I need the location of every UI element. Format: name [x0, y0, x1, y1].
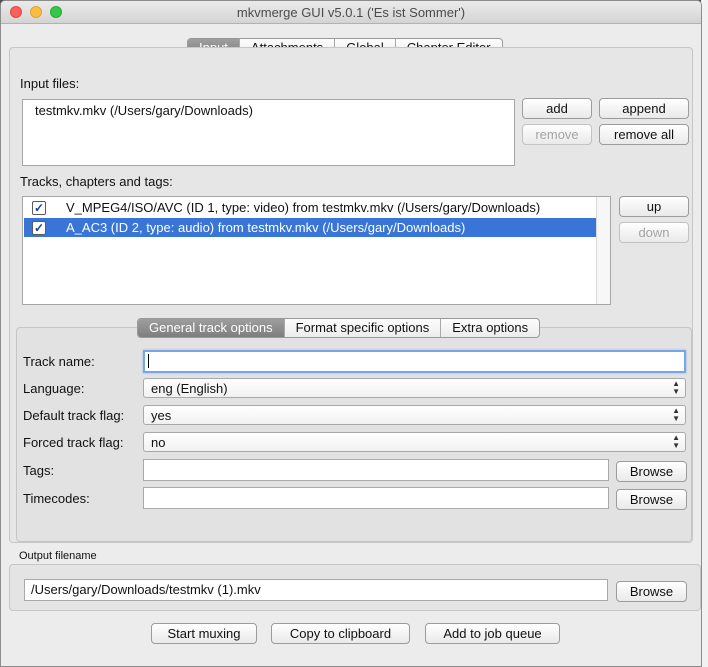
add-to-job-queue-button[interactable]: Add to job queue	[425, 623, 560, 644]
window-title: mkvmerge GUI v5.0.1 ('Es ist Sommer')	[236, 5, 466, 20]
select-arrows-icon: ▲ ▼	[672, 433, 680, 450]
track-label-audio: A_AC3 (ID 2, type: audio) from testmkv.m…	[66, 220, 466, 235]
input-file-item[interactable]: testmkv.mkv (/Users/gary/Downloads)	[35, 103, 253, 118]
tags-label: Tags:	[23, 463, 55, 478]
language-value: eng (English)	[151, 381, 228, 396]
track-name-label: Track name:	[23, 354, 95, 369]
tags-browse-button[interactable]: Browse	[616, 461, 687, 482]
timecodes-input[interactable]	[143, 487, 609, 509]
output-filename-input[interactable]: /Users/gary/Downloads/testmkv (1).mkv	[24, 579, 608, 601]
tracks-list[interactable]: ✓ V_MPEG4/ISO/AVC (ID 1, type: video) fr…	[22, 196, 611, 305]
forced-flag-select[interactable]: no ▲ ▼	[143, 432, 686, 452]
tab-format-specific-options[interactable]: Format specific options	[283, 319, 441, 337]
tab-general-track-options[interactable]: General track options	[138, 319, 284, 337]
output-filename-value: /Users/gary/Downloads/testmkv (1).mkv	[31, 582, 261, 597]
input-files-list[interactable]: testmkv.mkv (/Users/gary/Downloads)	[22, 99, 515, 166]
track-name-input[interactable]	[143, 350, 686, 373]
track-tab-bar: General track options Format specific op…	[137, 318, 541, 338]
language-label: Language:	[23, 381, 85, 396]
append-button[interactable]: append	[599, 98, 689, 119]
track-row-audio[interactable]: ✓ A_AC3 (ID 2, type: audio) from testmkv…	[24, 218, 596, 237]
select-arrows-icon: ▲ ▼	[672, 406, 680, 423]
copy-to-clipboard-button[interactable]: Copy to clipboard	[271, 623, 410, 644]
track-checkbox-video[interactable]: ✓	[32, 201, 46, 215]
background-window-edge	[701, 0, 708, 667]
mkvmerge-window: mkvmerge GUI v5.0.1 ('Es ist Sommer') In…	[0, 0, 702, 667]
up-button[interactable]: up	[619, 196, 689, 217]
select-arrows-icon: ▲ ▼	[672, 379, 680, 396]
forced-flag-value: no	[151, 435, 166, 450]
track-label-video: V_MPEG4/ISO/AVC (ID 1, type: video) from…	[66, 200, 541, 215]
timecodes-label: Timecodes:	[23, 491, 90, 506]
remove-all-button[interactable]: remove all	[599, 124, 689, 145]
tags-input[interactable]	[143, 459, 609, 481]
add-button[interactable]: add	[522, 98, 592, 119]
forced-flag-label: Forced track flag:	[23, 435, 124, 450]
track-checkbox-audio[interactable]: ✓	[32, 221, 46, 235]
timecodes-browse-button[interactable]: Browse	[616, 489, 687, 510]
text-caret	[148, 354, 149, 368]
track-row-video[interactable]: ✓ V_MPEG4/ISO/AVC (ID 1, type: video) fr…	[24, 198, 596, 217]
output-browse-button[interactable]: Browse	[616, 581, 687, 602]
default-flag-value: yes	[151, 408, 172, 423]
start-muxing-button[interactable]: Start muxing	[151, 623, 257, 644]
language-select[interactable]: eng (English) ▲ ▼	[143, 378, 686, 398]
title-bar: mkvmerge GUI v5.0.1 ('Es ist Sommer')	[1, 1, 701, 24]
down-button[interactable]: down	[619, 222, 689, 243]
input-files-label: Input files:	[20, 76, 80, 91]
default-flag-select[interactable]: yes ▲ ▼	[143, 405, 686, 425]
remove-button[interactable]: remove	[522, 124, 592, 145]
tracks-scrollbar[interactable]	[596, 197, 610, 304]
default-flag-label: Default track flag:	[23, 408, 125, 423]
tracks-label: Tracks, chapters and tags:	[20, 174, 173, 189]
tab-extra-options[interactable]: Extra options	[440, 319, 539, 337]
output-filename-label: Output filename	[19, 550, 97, 562]
